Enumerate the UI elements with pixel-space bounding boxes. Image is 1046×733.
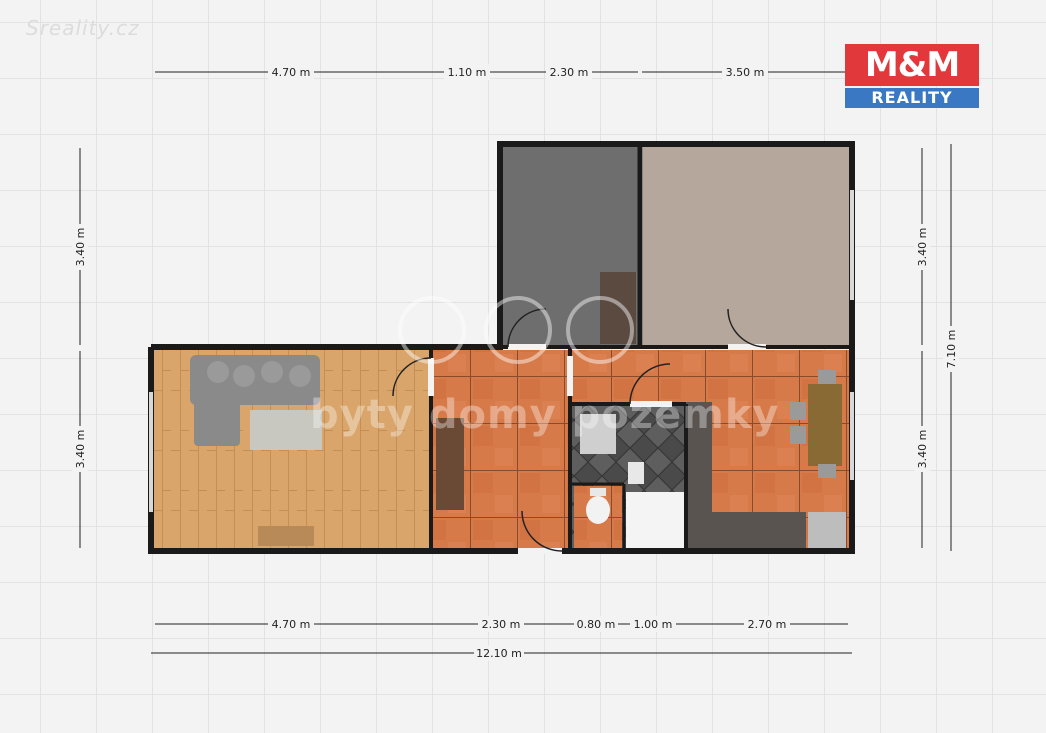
logo-reality: REALITY bbox=[845, 88, 979, 108]
dim-bottom-3: 0.80 m bbox=[574, 616, 618, 632]
dim-right-2: 3.40 m bbox=[914, 426, 930, 472]
dim-left-2: 3.40 m bbox=[72, 426, 88, 472]
dim-bottom-1: 4.70 m bbox=[268, 616, 314, 632]
dim-top-4: 3.50 m bbox=[722, 64, 768, 80]
dim-label: 3.50 m bbox=[726, 66, 765, 79]
dim-top-2: 1.10 m bbox=[444, 64, 490, 80]
dim-label: 3.40 m bbox=[74, 430, 87, 469]
dim-label: 3.40 m bbox=[916, 228, 929, 267]
dim-label: 3.40 m bbox=[916, 430, 929, 469]
mm-reality-logo: M&M REALITY bbox=[845, 44, 979, 108]
hallway bbox=[433, 350, 568, 548]
dim-label: 2.30 m bbox=[550, 66, 589, 79]
living-room bbox=[154, 350, 429, 548]
dim-label: 3.40 m bbox=[74, 228, 87, 267]
dim-label: 4.70 m bbox=[272, 618, 311, 631]
bathtub bbox=[626, 492, 684, 548]
floor-plan: 4.70 m 1.10 m 2.30 m 3.50 m 4.70 m 2.30 … bbox=[72, 64, 959, 661]
storage-room-taupe bbox=[643, 146, 849, 346]
dim-bottom-4: 1.00 m bbox=[630, 616, 676, 632]
kitchen bbox=[686, 350, 849, 548]
dim-label: 1.10 m bbox=[448, 66, 487, 79]
sofa-chaise bbox=[194, 400, 240, 446]
center-watermark-text: byty domy pozemky bbox=[310, 392, 780, 438]
dining-table bbox=[808, 384, 842, 466]
dim-label: 2.30 m bbox=[482, 618, 521, 631]
dim-label: 2.70 m bbox=[748, 618, 787, 631]
dim-top-1: 4.70 m bbox=[268, 64, 314, 80]
dim-label: 12.10 m bbox=[476, 647, 522, 660]
dim-bottom-2: 2.30 m bbox=[478, 616, 524, 632]
dim-top-3: 2.30 m bbox=[546, 64, 592, 80]
dim-total-height: 7.10 m bbox=[943, 326, 959, 372]
toilet bbox=[586, 496, 610, 524]
logo-mm: M&M bbox=[845, 44, 979, 86]
tv-stand bbox=[258, 526, 314, 546]
dim-bottom-5: 2.70 m bbox=[744, 616, 790, 632]
dim-label: 0.80 m bbox=[577, 618, 616, 631]
dim-left-1: 3.40 m bbox=[72, 224, 88, 270]
dim-label: 7.10 m bbox=[945, 330, 958, 369]
fridge bbox=[808, 512, 846, 548]
dim-total-width: 12.10 m bbox=[474, 645, 524, 661]
dim-right-1: 3.40 m bbox=[914, 224, 930, 270]
toilet-room bbox=[574, 486, 622, 548]
sink bbox=[628, 462, 644, 484]
dim-label: 1.00 m bbox=[634, 618, 673, 631]
dim-label: 4.70 m bbox=[272, 66, 311, 79]
